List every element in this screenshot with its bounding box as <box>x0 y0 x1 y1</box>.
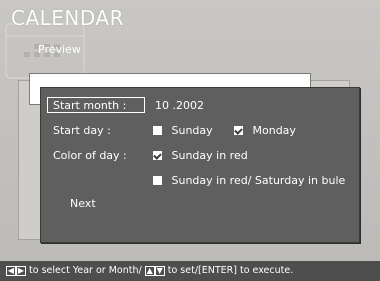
next-button[interactable]: Next <box>70 197 96 210</box>
left-arrow-icon: ◀ <box>6 266 16 276</box>
sunday-in-red-option[interactable]: Sunday in red <box>153 149 248 162</box>
color-of-day-label: Color of day : <box>53 149 127 162</box>
start-month-value[interactable]: 10 .2002 <box>155 99 204 112</box>
start-month-label: Start month : <box>53 99 127 112</box>
start-day-monday-option[interactable]: Monday <box>234 124 296 137</box>
right-arrow-icon: ▶ <box>16 266 26 276</box>
sunday-checkbox[interactable] <box>153 126 162 135</box>
help-text-1: to select Year or Month/ <box>29 265 142 276</box>
page-subtitle: Preview <box>38 43 81 56</box>
down-arrow-icon: ▼ <box>154 266 165 276</box>
calendar-screen: CALENDAR Preview Start month : 10 .2002 … <box>0 0 380 281</box>
help-text: ◀ ▶ to select Year or Month/ ▲ ▼ to set/[E… <box>6 265 293 276</box>
sunday-red-saturday-blue-label: Sunday in red/ Saturday in bule <box>171 174 346 187</box>
start-day-sunday-option[interactable]: Sunday <box>153 124 213 137</box>
sunday-red-saturday-blue-checkbox[interactable] <box>153 176 162 185</box>
sunday-option-label: Sunday <box>171 124 213 137</box>
help-text-2: to set/[ENTER] to execute. <box>167 265 294 276</box>
settings-panel: Start month : 10 .2002 Start day : Sunda… <box>40 87 360 243</box>
up-arrow-icon: ▲ <box>144 266 155 276</box>
monday-option-label: Monday <box>252 124 296 137</box>
sunday-in-red-label: Sunday in red <box>171 149 248 162</box>
monday-checkbox[interactable] <box>234 126 243 135</box>
page-title: CALENDAR <box>11 6 125 30</box>
help-bar: ◀ ▶ to select Year or Month/ ▲ ▼ to set/[E… <box>0 261 380 281</box>
sunday-red-saturday-blue-option[interactable]: Sunday in red/ Saturday in bule <box>153 174 345 187</box>
start-day-label: Start day : <box>53 124 111 137</box>
start-month-row[interactable]: Start month : <box>53 99 126 112</box>
sunday-in-red-checkbox[interactable] <box>153 151 162 160</box>
